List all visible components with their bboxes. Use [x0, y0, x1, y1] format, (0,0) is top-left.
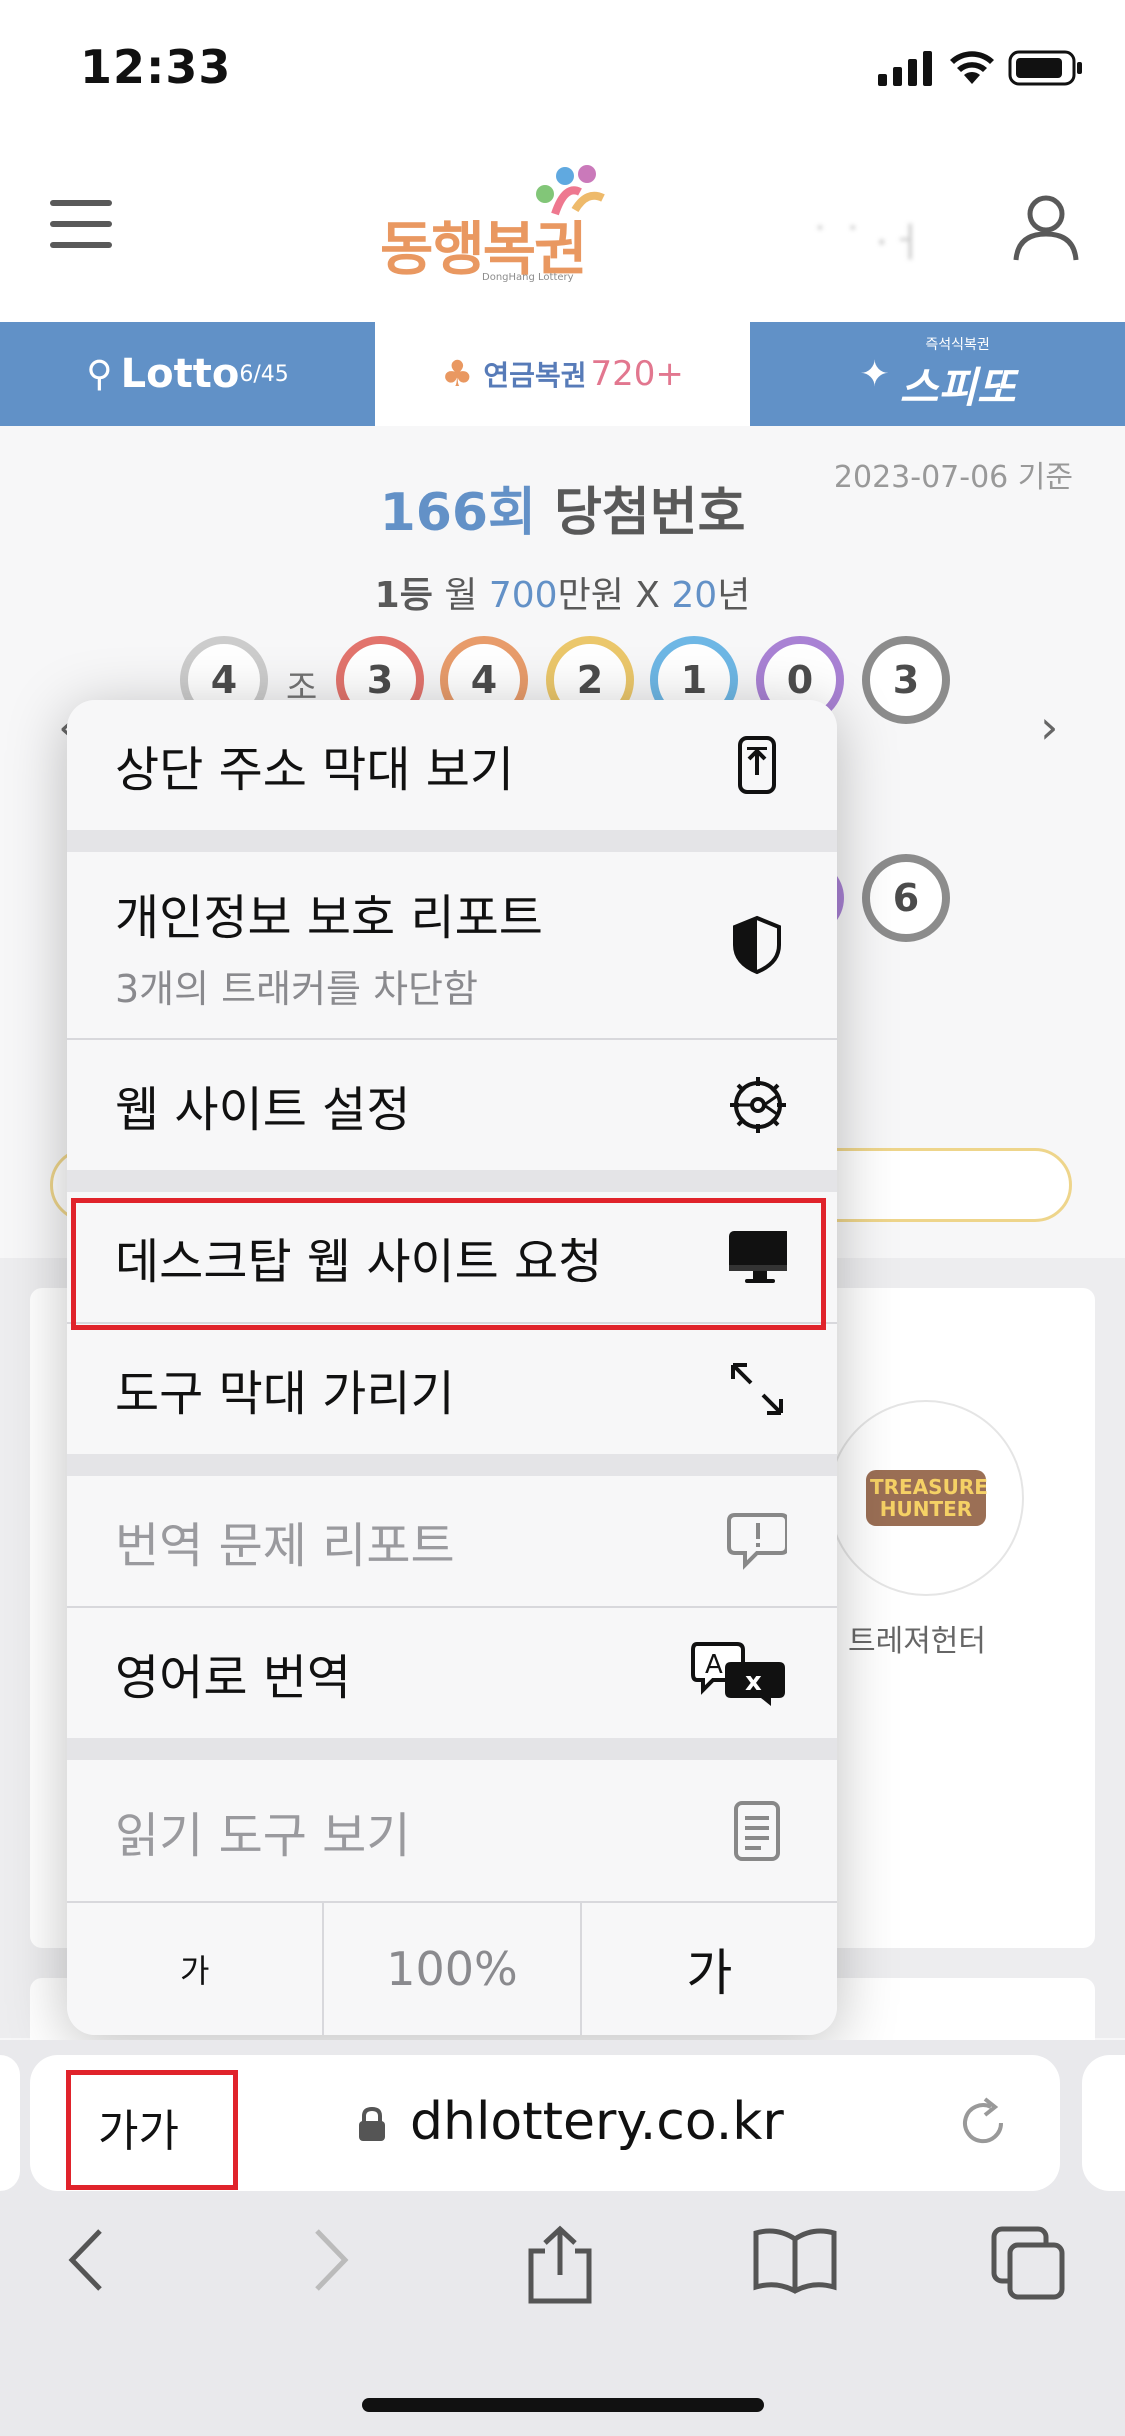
menu-item-sublabel: 3개의 트래커를 차단함: [115, 966, 478, 1011]
url-text: dhlottery.co.kr: [410, 2092, 784, 2152]
menu-item-label: 웹 사이트 설정: [115, 1082, 411, 1138]
svg-text:A: A: [705, 1650, 723, 1680]
wifi-icon: [950, 51, 994, 84]
expand-icon: [727, 1359, 787, 1419]
menu-item-label: 영어로 번역: [115, 1650, 352, 1706]
menu-item-label: 개인정보 보호 리포트: [115, 889, 543, 946]
report-bubble-icon: [727, 1511, 787, 1571]
zoom-level[interactable]: 100%: [324, 1903, 582, 2035]
menu-item-label: 상단 주소 막대 보기: [115, 742, 515, 798]
menu-item-label: 도구 막대 가리기: [115, 1366, 455, 1422]
decrease-font-label: 가: [179, 1952, 210, 1990]
menu-group-gap: [67, 1170, 837, 1192]
menu-item-hide-toolbar[interactable]: 도구 막대 가리기: [67, 1324, 837, 1454]
lock-icon: [359, 2106, 385, 2141]
reader-icon: [727, 1800, 787, 1861]
menu-group-gap: [67, 1738, 837, 1760]
translate-icon: Ax: [691, 1642, 787, 1706]
decrease-font-button[interactable]: 가: [67, 1903, 325, 2035]
status-time: 12:33: [80, 40, 232, 94]
menu-item-website-settings[interactable]: 웹 사이트 설정: [67, 1040, 837, 1170]
highlight-desktop-request: [71, 1198, 826, 1330]
menu-item-label: 번역 문제 리포트: [115, 1518, 455, 1574]
phone-top-icon: [727, 735, 787, 795]
menu-item-show-top-address-bar[interactable]: 상단 주소 막대 보기: [67, 700, 837, 830]
signal-icon: [878, 51, 932, 86]
zoom-level-label: 100%: [386, 1942, 518, 1996]
battery-icon: [1008, 50, 1082, 86]
menu-item-privacy-report[interactable]: 개인정보 보호 리포트 3개의 트래커를 차단함: [67, 852, 837, 1038]
back-icon[interactable]: [60, 2225, 110, 2295]
increase-font-label: 가: [686, 1944, 733, 2002]
menu-group-gap: [67, 830, 837, 852]
menu-item-text: 개인정보 보호 리포트 3개의 트래커를 차단함: [115, 878, 543, 1013]
status-bar: 12:33: [0, 0, 1125, 140]
forward-icon[interactable]: [305, 2225, 355, 2295]
bookmarks-icon[interactable]: [752, 2225, 838, 2295]
svg-text:x: x: [745, 1667, 762, 1697]
menu-group-gap: [67, 1454, 837, 1476]
menu-item-show-reader[interactable]: 읽기 도구 보기: [67, 1760, 837, 1901]
gear-icon: [727, 1075, 787, 1135]
tabs-icon[interactable]: [990, 2225, 1066, 2301]
reload-icon[interactable]: [955, 2095, 1011, 2151]
share-icon[interactable]: [525, 2225, 595, 2305]
highlight-page-settings-button: [66, 2070, 238, 2190]
font-size-row: 가 100% 가: [67, 1903, 837, 2035]
shield-icon: [727, 915, 787, 975]
menu-item-label: 읽기 도구 보기: [115, 1807, 411, 1864]
menu-item-translate-english[interactable]: 영어로 번역 Ax: [67, 1608, 837, 1738]
increase-font-button[interactable]: 가: [582, 1903, 837, 2035]
menu-item-report-translation-issue[interactable]: 번역 문제 리포트: [67, 1476, 837, 1606]
home-indicator[interactable]: [362, 2398, 764, 2412]
prev-tab-peek[interactable]: [0, 2055, 20, 2191]
next-tab-peek[interactable]: [1082, 2055, 1125, 2191]
page-settings-menu: 상단 주소 막대 보기 개인정보 보호 리포트 3개의 트래커를 차단함 웹 사…: [67, 700, 837, 2035]
